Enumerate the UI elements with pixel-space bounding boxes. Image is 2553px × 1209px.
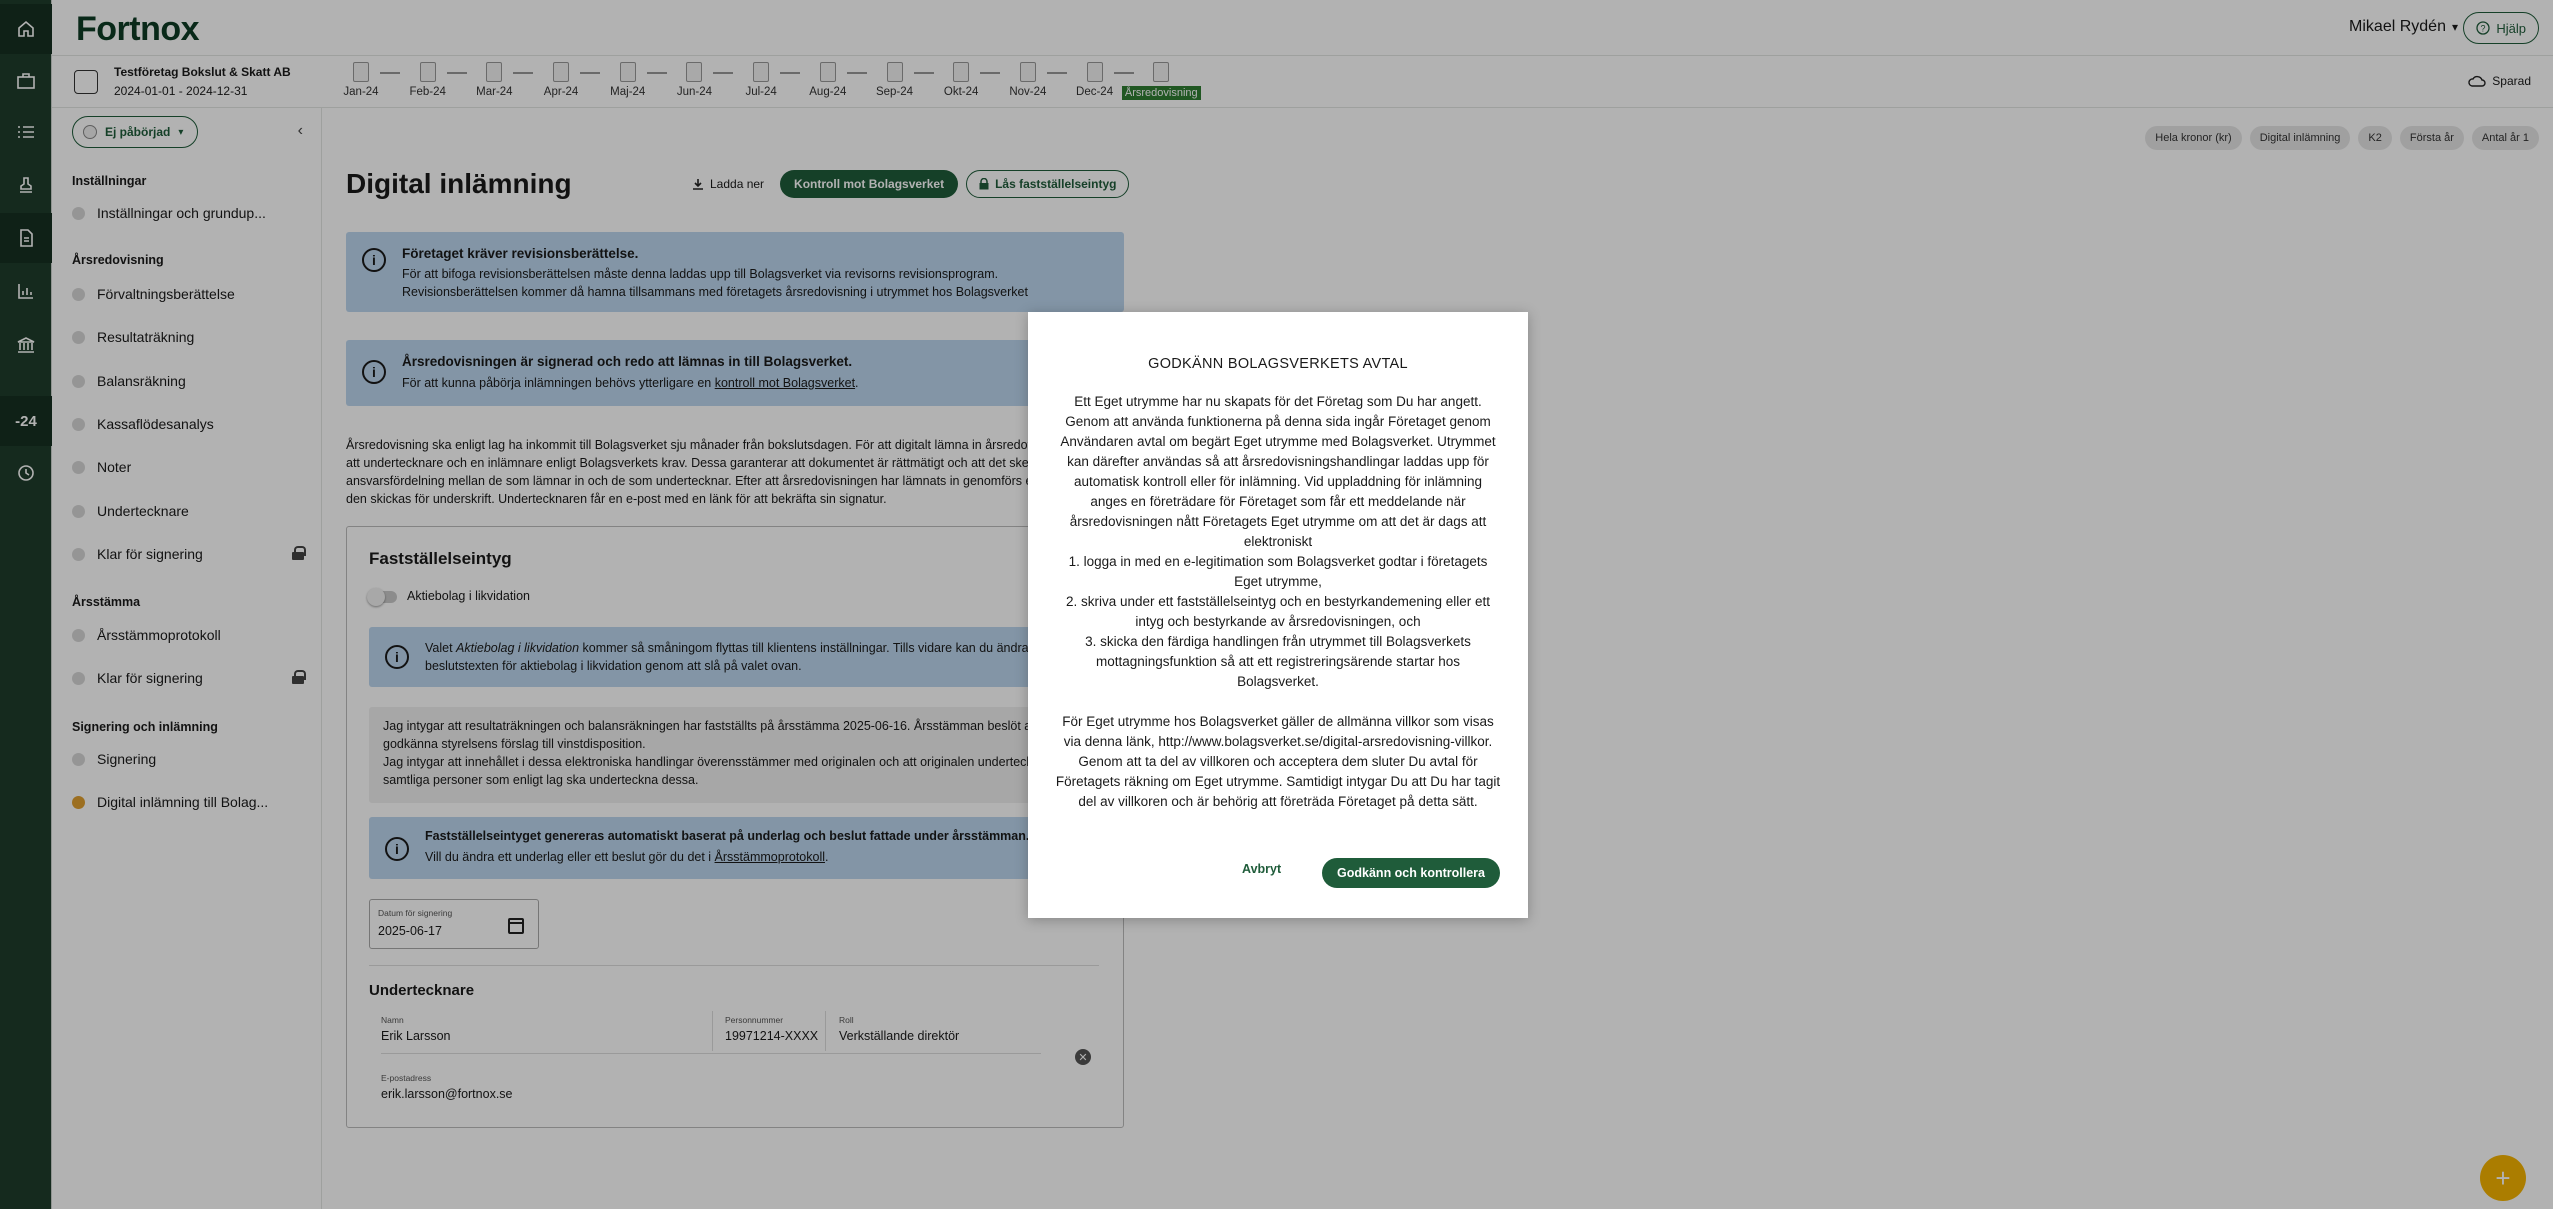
- approve-button[interactable]: Godkänn och kontrollera: [1322, 858, 1500, 888]
- cancel-button[interactable]: Avbryt: [1242, 862, 1281, 876]
- agreement-modal: GODKÄNN BOLAGSVERKETS AVTAL Ett Eget utr…: [1028, 312, 1528, 918]
- modal-body-text-2: För Eget utrymme hos Bolagsverket gäller…: [1055, 714, 1501, 809]
- app-root: -24 Fortnox Mikael Rydén ▾ ? Hjälp Testf…: [0, 0, 2553, 1209]
- modal-title: GODKÄNN BOLAGSVERKETS AVTAL: [1148, 356, 1408, 372]
- modal-body: Ett Eget utrymme har nu skapats för det …: [1054, 392, 1502, 812]
- modal-body-text-1: Ett Eget utrymme har nu skapats för det …: [1060, 394, 1496, 689]
